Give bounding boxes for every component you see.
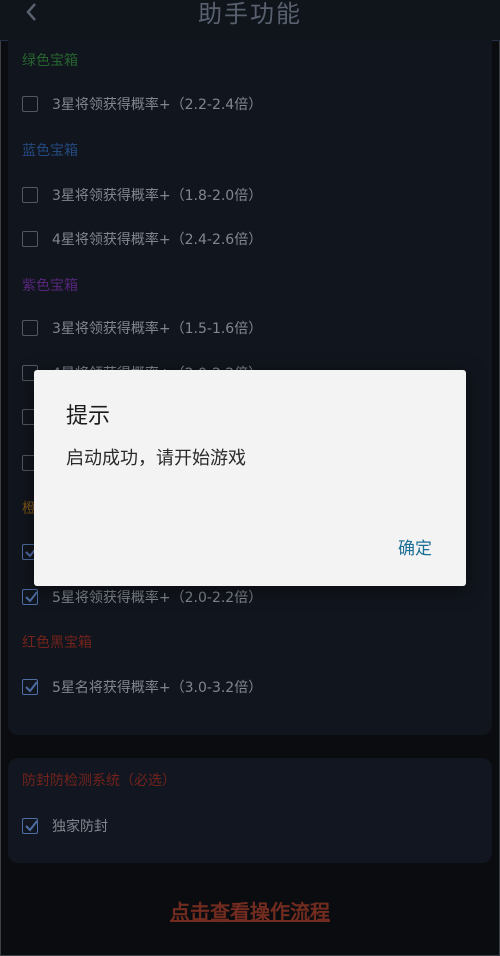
alert-dialog: 提示 启动成功，请开始游戏 确定: [34, 370, 466, 586]
dialog-message: 启动成功，请开始游戏: [66, 448, 246, 469]
dialog-title: 提示: [66, 404, 111, 429]
confirm-button[interactable]: 确定: [392, 530, 438, 563]
